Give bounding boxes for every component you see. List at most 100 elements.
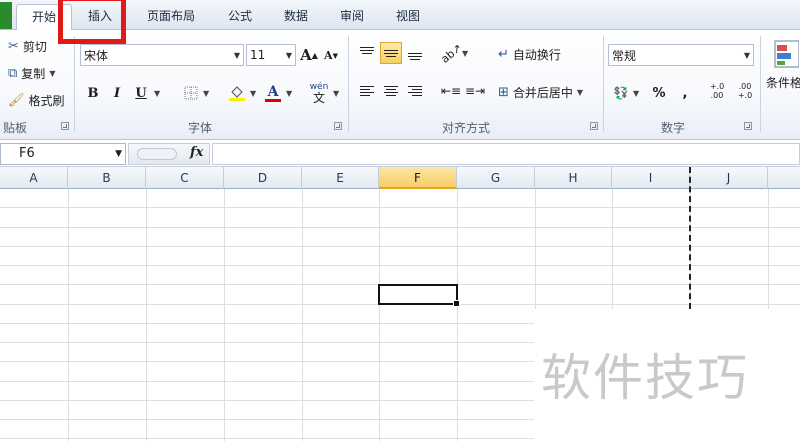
file-tab[interactable] (0, 2, 12, 29)
italic-button[interactable]: I (106, 82, 128, 104)
font-size-combo[interactable]: 11 ▼ (246, 44, 296, 66)
cut-button[interactable]: ✂ 剪切 (8, 38, 47, 55)
ribbon-home: ✂ 剪切 ⧉ 复制 ▼ 🖌 格式刷 贴板 宋体 ▼ 11 ▼ A ▲ A ▼ B I… (0, 30, 800, 140)
phonetic-char-icon: 文 (312, 90, 325, 105)
align-bottom-button[interactable] (404, 42, 426, 64)
tab-view[interactable]: 视图 (386, 4, 430, 30)
number-launcher-icon[interactable] (744, 122, 752, 130)
font-size-value: 11 (250, 48, 266, 62)
font-launcher-icon[interactable] (334, 122, 342, 130)
align-top-button[interactable] (356, 42, 378, 64)
comma-button[interactable]: , (674, 82, 696, 104)
chevron-down-icon[interactable]: ▼ (462, 49, 468, 58)
column-header-e[interactable]: E (302, 167, 379, 189)
clipboard-group-label: 贴板 (2, 121, 27, 135)
align-bottom-icon (408, 52, 422, 60)
format-painter-button[interactable]: 🖌 格式刷 (8, 92, 65, 109)
column-header-h[interactable]: H (535, 167, 612, 189)
group-divider (348, 36, 349, 132)
tab-formulas[interactable]: 公式 (218, 4, 262, 30)
clipboard-launcher-icon[interactable] (61, 122, 69, 130)
merge-center-label: 合并后居中 (512, 86, 573, 100)
column-header-j[interactable]: J (690, 167, 768, 189)
chevron-down-icon[interactable]: ▼ (286, 89, 292, 98)
number-format-value: 常规 (612, 48, 637, 63)
grid-line (0, 227, 800, 228)
grid-line (0, 265, 800, 266)
insert-function-icon[interactable]: fx (190, 145, 203, 160)
increase-decimal-button[interactable]: +.0 .00 (704, 80, 730, 102)
underline-icon: U (135, 85, 147, 101)
accounting-format-button[interactable]: 💱 (610, 82, 632, 104)
underline-button[interactable]: U (130, 82, 152, 104)
formula-input[interactable] (212, 143, 800, 165)
shrink-font-button[interactable]: A ▼ (320, 44, 342, 66)
align-left-icon (360, 86, 374, 96)
tab-review[interactable]: 审阅 (330, 4, 374, 30)
column-header-i[interactable]: I (612, 167, 690, 189)
chevron-down-icon[interactable]: ▼ (250, 89, 256, 98)
conditional-format-icon (774, 40, 799, 68)
decrease-indent-button[interactable]: ⇤≡ (440, 80, 462, 102)
column-header-k[interactable] (768, 167, 800, 189)
orientation-button[interactable]: ab↗ (438, 40, 464, 66)
phonetic-guide-button[interactable]: wén 文 (306, 80, 332, 106)
align-left-button[interactable] (356, 80, 378, 102)
copy-button[interactable]: ⧉ 复制 ▼ (8, 65, 55, 82)
tab-home[interactable]: 开始 (16, 4, 72, 31)
conditional-format-button[interactable] (772, 38, 800, 70)
decrease-decimal-icon: .00 +.0 (737, 82, 753, 100)
decrease-decimal-button[interactable]: .00 +.0 (732, 80, 758, 102)
font-color-icon: A (267, 83, 279, 100)
chevron-down-icon[interactable]: ▼ (333, 89, 339, 98)
column-header-a[interactable]: A (0, 167, 68, 189)
font-name-combo[interactable]: 宋体 ▼ (80, 44, 244, 66)
chevron-down-icon[interactable]: ▼ (633, 89, 639, 98)
font-color-button[interactable]: A (262, 82, 284, 104)
column-header-f[interactable]: F (379, 167, 457, 189)
resize-handle-icon[interactable] (137, 148, 177, 160)
column-header-d[interactable]: D (224, 167, 302, 189)
tab-insert[interactable]: 插入 (76, 4, 124, 30)
align-right-icon (408, 86, 422, 96)
bold-button[interactable]: B (82, 82, 104, 104)
column-header-g[interactable]: G (457, 167, 535, 189)
active-cell-f6[interactable] (378, 284, 460, 307)
grow-font-icon: A (300, 46, 312, 64)
watermark-text: 软件技巧 (541, 349, 749, 407)
bold-icon: B (87, 85, 99, 101)
align-right-button[interactable] (404, 80, 426, 102)
comma-icon: , (682, 85, 688, 101)
chevron-down-icon[interactable]: ▼ (203, 89, 209, 98)
wrap-text-button[interactable]: ↵ 自动换行 (498, 46, 561, 63)
decrease-indent-icon: ⇤≡ (440, 84, 462, 98)
text-orientation-icon: ab↗ (438, 40, 464, 66)
borders-icon (184, 86, 198, 100)
grow-font-button[interactable]: A ▲ (298, 44, 320, 66)
column-header-c[interactable]: C (146, 167, 224, 189)
group-divider (74, 36, 75, 132)
merge-center-button[interactable]: ⊞ 合并后居中 ▼ (498, 84, 583, 101)
column-header-b[interactable]: B (68, 167, 146, 189)
chevron-down-icon[interactable]: ▼ (154, 89, 160, 98)
align-middle-button[interactable] (380, 42, 402, 64)
name-box[interactable]: F6 ▼ (0, 143, 126, 165)
borders-button[interactable] (180, 82, 202, 104)
tab-page-layout[interactable]: 页面布局 (136, 4, 206, 30)
percent-button[interactable]: % (648, 82, 670, 104)
align-center-button[interactable] (380, 80, 402, 102)
fill-color-button[interactable] (226, 82, 248, 104)
wrap-text-icon: ↵ (498, 47, 509, 62)
increase-indent-button[interactable]: ≡⇥ (464, 80, 486, 102)
alignment-launcher-icon[interactable] (590, 122, 598, 130)
name-box-value: F6 (19, 146, 35, 161)
conditional-format-label: 条件格 (766, 76, 800, 90)
chevron-down-icon: ▼ (743, 50, 751, 60)
merge-cells-icon: ⊞ (498, 85, 509, 100)
chevron-down-icon: ▼ (233, 50, 241, 60)
increase-indent-icon: ≡⇥ (464, 84, 486, 98)
tab-data[interactable]: 数据 (274, 4, 318, 30)
number-format-combo[interactable]: 常规 ▼ (608, 44, 754, 66)
chevron-down-icon: ▼ (115, 149, 122, 159)
font-group-label: 字体 (187, 121, 212, 135)
